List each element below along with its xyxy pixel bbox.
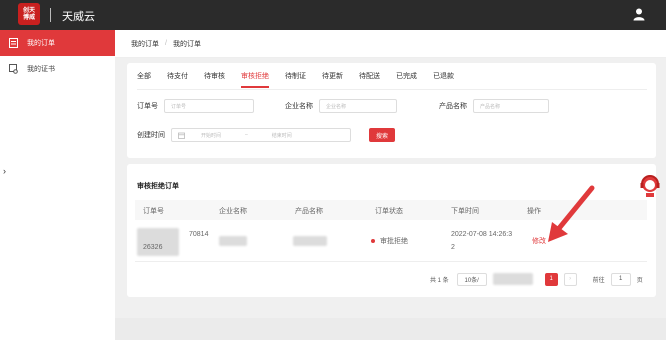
brand-divider: [50, 8, 51, 22]
page-button-current[interactable]: 1: [544, 272, 558, 286]
tab-completed[interactable]: 已完成: [396, 71, 417, 88]
redacted-order-no: [137, 228, 179, 256]
company-input[interactable]: 企业名称: [319, 99, 397, 113]
redacted-product: [293, 236, 327, 246]
tab-pending-delivery[interactable]: 待配送: [359, 71, 380, 88]
customer-service-icon[interactable]: [639, 172, 661, 198]
column-header: 订单号: [143, 208, 164, 215]
sidebar-item-my-certificates[interactable]: 我的证书: [0, 56, 115, 82]
redacted-pager-area: [492, 273, 533, 285]
order-no-input[interactable]: 订单号: [164, 99, 254, 113]
sidebar-item-label: 我的证书: [27, 66, 55, 73]
created-time-filter: 创建时间 开始时间 – 结束时间: [137, 128, 351, 142]
edit-link[interactable]: 修改: [532, 236, 546, 246]
order-no-line1: 70814: [189, 231, 209, 238]
column-header: 操作: [527, 208, 541, 215]
column-header: 下单时间: [451, 208, 479, 215]
company-filter: 企业名称 企业名称: [285, 99, 397, 113]
product-label: 产品名称: [439, 103, 467, 110]
column-header: 产品名称: [295, 208, 323, 215]
status-dot: [371, 239, 375, 243]
redacted-company: [219, 236, 247, 246]
pagination: 共 1 条 10条/ 1 › 前往 1 页: [430, 272, 643, 286]
filter-panel: 全部 待支付 待审核 审核拒绝 待制证 待更新 待配送 已完成 已退款 订单号 …: [127, 63, 656, 158]
order-status: 审批拒绝: [380, 238, 408, 245]
tab-pending-update[interactable]: 待更新: [322, 71, 343, 88]
date-range-picker[interactable]: 开始时间 – 结束时间: [171, 128, 351, 142]
brand-logo[interactable]: 创天 博威: [18, 3, 40, 25]
order-no-filter: 订单号 订单号: [137, 99, 254, 113]
bottom-strip: [115, 318, 666, 340]
goto-label: 前往: [592, 277, 605, 284]
page-unit: 页: [636, 277, 643, 284]
sidebar: 我的订单 我的证书: [0, 30, 115, 340]
page-size-select[interactable]: 10条/: [456, 272, 487, 286]
sidebar-item-label: 我的订单: [27, 40, 55, 47]
page-size-value: 10条/: [464, 277, 479, 284]
total-count: 共 1 条: [430, 277, 449, 284]
top-bar: 创天 博威 天威云: [0, 0, 666, 30]
table-title: 审核拒绝订单: [137, 183, 179, 190]
tab-pending-review[interactable]: 待审核: [204, 71, 225, 88]
brand-name: 天威云: [62, 11, 95, 23]
breadcrumb: 我的订单 / 我的订单: [115, 30, 666, 58]
start-time-input[interactable]: 开始时间: [201, 132, 221, 139]
next-page-button[interactable]: ›: [563, 272, 577, 286]
tab-all[interactable]: 全部: [137, 71, 151, 88]
calendar-icon: [178, 132, 185, 139]
sidebar-item-my-orders[interactable]: 我的订单: [0, 30, 115, 56]
breadcrumb-item[interactable]: 我的订单: [131, 39, 159, 49]
tab-refunded[interactable]: 已退款: [433, 71, 454, 88]
collapse-caret-icon[interactable]: ›: [3, 166, 6, 176]
product-filter: 产品名称 产品名称: [439, 99, 549, 113]
product-input[interactable]: 产品名称: [473, 99, 549, 113]
search-button[interactable]: 搜索: [369, 128, 396, 142]
order-time-line1: 2022-07-08 14:26:3: [451, 231, 513, 238]
company-label: 企业名称: [285, 103, 313, 110]
range-separator: –: [245, 132, 248, 138]
tab-review-rejected[interactable]: 审核拒绝: [241, 71, 269, 88]
column-header: 企业名称: [219, 208, 247, 215]
order-icon: [9, 38, 19, 48]
logo-text-line1: 创天: [22, 7, 35, 14]
tab-pending-payment[interactable]: 待支付: [167, 71, 188, 88]
created-time-label: 创建时间: [137, 132, 165, 139]
tab-pending-issue[interactable]: 待制证: [285, 71, 306, 88]
tabs-divider: [137, 89, 647, 90]
order-time-line2: 2: [451, 244, 455, 251]
goto-page-input[interactable]: 1: [610, 272, 631, 286]
order-no-line2: 26326: [143, 244, 163, 251]
end-time-input[interactable]: 结束时间: [272, 132, 292, 139]
status-tabs: 全部 待支付 待审核 审核拒绝 待制证 待更新 待配送 已完成 已退款: [137, 71, 470, 88]
certificate-icon: [9, 64, 19, 74]
order-no-label: 订单号: [137, 103, 158, 110]
column-header: 订单状态: [375, 208, 403, 215]
logo-text-line2: 博威: [22, 14, 35, 21]
annotation-arrow-icon: [548, 185, 595, 242]
breadcrumb-separator: /: [165, 40, 167, 47]
breadcrumb-item: 我的订单: [172, 40, 201, 48]
user-icon[interactable]: [632, 7, 646, 21]
